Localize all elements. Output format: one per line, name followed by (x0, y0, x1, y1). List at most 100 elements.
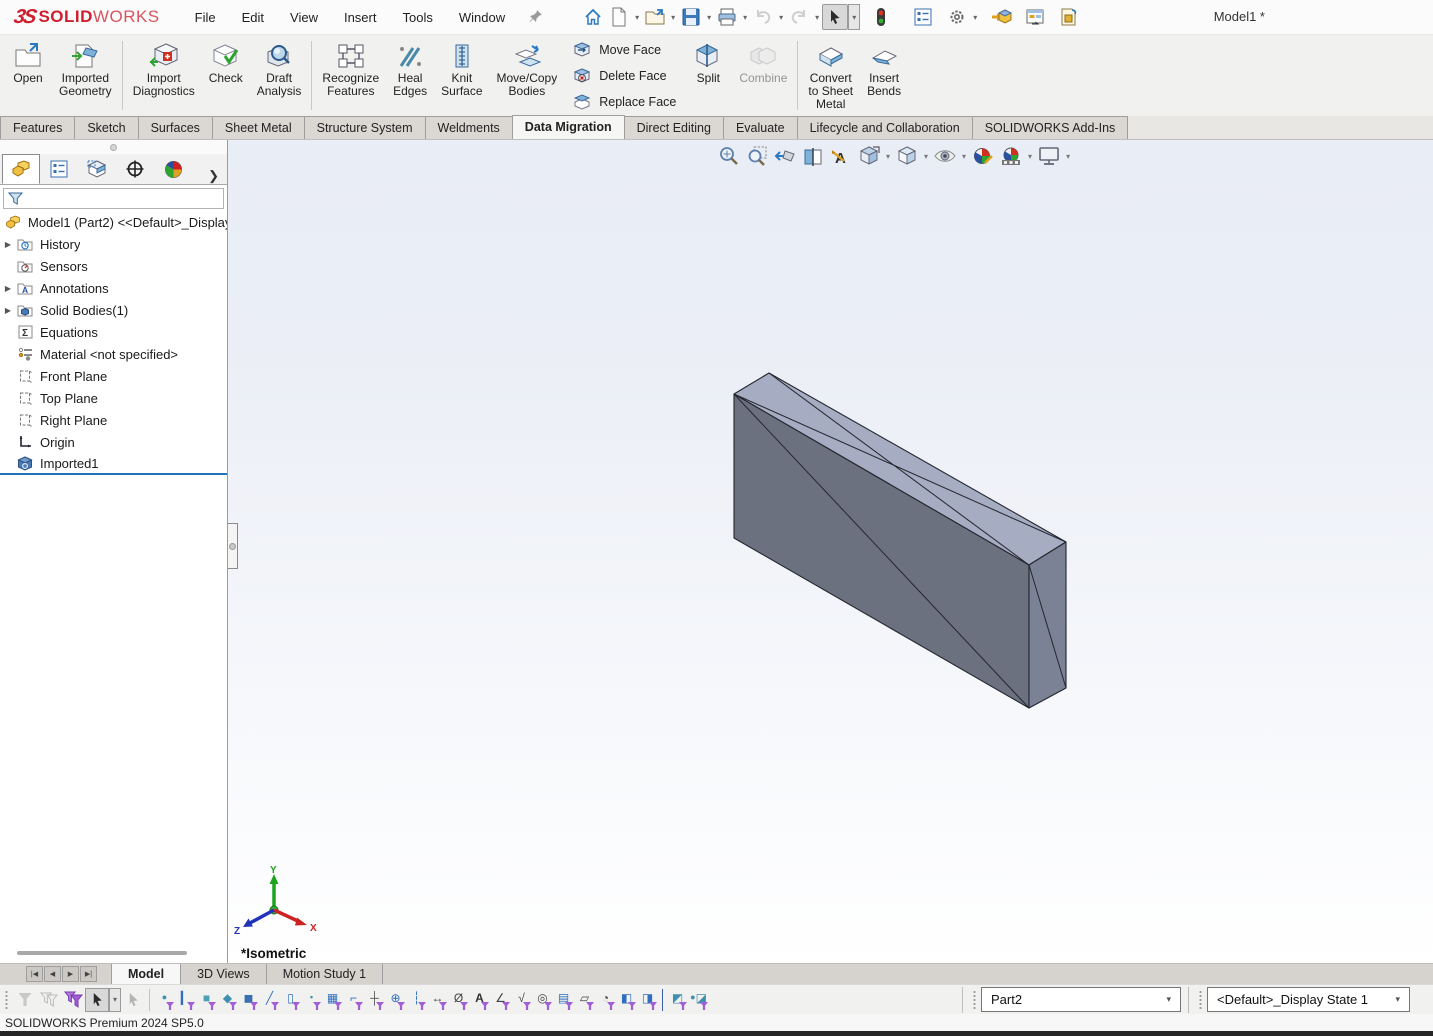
toolbar-grip-handle[interactable] (4, 989, 9, 1011)
tab-motion-study-1[interactable]: Motion Study 1 (267, 964, 383, 984)
convert-to-sheet-metal-button[interactable]: Convert to Sheet Metal (801, 35, 860, 116)
filter-edges-icon[interactable]: ▎ (175, 988, 196, 1011)
options-gear-icon[interactable] (944, 4, 970, 30)
filter-connection-points-icon[interactable]: ◨ (637, 988, 658, 1011)
check-button[interactable]: Check (202, 35, 250, 116)
tab-lifecycle-collaboration[interactable]: Lifecycle and Collaboration (797, 116, 973, 139)
dimxpert-manager-tab[interactable] (116, 154, 154, 184)
filter-hole-callouts-icon[interactable]: Ø (448, 988, 469, 1011)
tree-item-material[interactable]: Material <not specified> (0, 343, 227, 365)
filter-datums-icon[interactable]: ▱ (574, 988, 595, 1011)
delete-face-button[interactable]: Delete Face (572, 64, 676, 88)
tree-item-top-plane[interactable]: Top Plane (0, 387, 227, 409)
tab-direct-editing[interactable]: Direct Editing (624, 116, 724, 139)
filter-blocks-icon[interactable]: ◧ (616, 988, 637, 1011)
display-state-dropdown[interactable]: <Default>_Display State 1 ▾ (1207, 987, 1410, 1012)
tree-item-solid-bodies[interactable]: ▶ Solid Bodies(1) (0, 299, 227, 321)
next-tab-icon[interactable]: ▶ (62, 966, 79, 982)
move-face-button[interactable]: Move Face (572, 38, 676, 62)
draft-analysis-button[interactable]: Draft Analysis (250, 35, 309, 116)
import-3d-icon[interactable] (988, 4, 1014, 30)
menu-view[interactable]: View (277, 0, 331, 35)
filter-faces-icon[interactable]: ■ (196, 988, 217, 1011)
tab-features[interactable]: Features (0, 116, 75, 139)
invert-selection-icon[interactable]: ●◪ (688, 988, 709, 1011)
tree-item-imported1[interactable]: Imported1 (0, 453, 227, 475)
tab-structure-system[interactable]: Structure System (304, 116, 426, 139)
panel-horizontal-scrollbar[interactable] (17, 951, 187, 955)
display-manager-tab[interactable] (154, 154, 192, 184)
menu-insert[interactable]: Insert (331, 0, 390, 35)
tree-item-history[interactable]: ▶ History (0, 233, 227, 255)
first-tab-icon[interactable]: |◀ (26, 966, 43, 982)
graphics-viewport[interactable]: A ▾ ▾ ▾ ▾ ▾ (228, 140, 1433, 963)
tab-3d-views[interactable]: 3D Views (181, 964, 267, 984)
expand-panel-icon[interactable]: ❯ (200, 168, 227, 184)
tab-solidworks-addins[interactable]: SOLIDWORKS Add-Ins (972, 116, 1129, 139)
toggle-selection-filters-icon[interactable] (61, 988, 85, 1012)
filter-dimensions-icon[interactable]: ↔ (427, 988, 448, 1011)
tab-weldments[interactable]: Weldments (425, 116, 513, 139)
home-icon[interactable] (580, 4, 606, 30)
traffic-light-icon[interactable] (868, 4, 894, 30)
save-caret-icon[interactable]: ▾ (704, 13, 714, 22)
filter-notes-icon[interactable]: ▤ (553, 988, 574, 1011)
imported-geometry-button[interactable]: Imported Geometry (52, 35, 119, 116)
select-tool-icon[interactable] (85, 988, 109, 1012)
print-icon[interactable] (714, 4, 740, 30)
filter-axes-icon[interactable]: ╱ (259, 988, 280, 1011)
panel-splitter[interactable] (0, 140, 227, 154)
filter-geometric-tolerances-icon[interactable]: ◎ (532, 988, 553, 1011)
expand-arrow-icon[interactable]: ▶ (0, 240, 16, 249)
filter-solid-bodies-icon[interactable]: ◼ (238, 988, 259, 1011)
imported-body-model[interactable] (228, 140, 1433, 963)
filter-weld-symbols-icon[interactable]: ∠ (490, 988, 511, 1011)
pin-menu-icon[interactable] (528, 8, 544, 27)
tab-model[interactable]: Model (111, 964, 181, 984)
combo-grip-handle[interactable] (1198, 989, 1203, 1011)
filter-sketches-icon[interactable]: ▦ (322, 988, 343, 1011)
combo-grip-handle[interactable] (972, 989, 977, 1011)
new-document-icon[interactable] (606, 4, 632, 30)
expand-arrow-icon[interactable]: ▶ (0, 284, 16, 293)
tree-item-sensors[interactable]: Sensors (0, 255, 227, 277)
filter-surface-bodies-icon[interactable]: ◆ (217, 988, 238, 1011)
tree-item-origin[interactable]: Origin (0, 431, 227, 453)
last-tab-icon[interactable]: ▶| (80, 966, 97, 982)
new-document-caret-icon[interactable]: ▾ (632, 13, 642, 22)
menu-edit[interactable]: Edit (229, 0, 277, 35)
filter-vertices-icon[interactable]: ● (154, 988, 175, 1011)
select-caret-icon[interactable]: ▾ (848, 4, 860, 30)
import-diagnostics-button[interactable]: Import Diagnostics (126, 35, 202, 116)
task-list-icon[interactable] (910, 4, 936, 30)
filter-surface-finish-icon[interactable]: √ (511, 988, 532, 1011)
menu-window[interactable]: Window (446, 0, 518, 35)
filter-center-marks-icon[interactable]: ⊕ (385, 988, 406, 1011)
filter-planes-icon[interactable]: ▯ (280, 988, 301, 1011)
save-icon[interactable] (678, 4, 704, 30)
menu-file[interactable]: File (182, 0, 229, 35)
filter-midpoints-icon[interactable]: ┼ (364, 988, 385, 1011)
part-tree-tab[interactable] (2, 154, 40, 184)
tree-item-annotations[interactable]: ▶ A Annotations (0, 277, 227, 299)
previous-tab-icon[interactable]: ◀ (44, 966, 61, 982)
insert-bends-button[interactable]: Insert Bends (860, 35, 908, 116)
open-button[interactable]: Open (4, 35, 52, 116)
filter-centerline-icon[interactable]: ┆ (406, 988, 427, 1011)
tab-surfaces[interactable]: Surfaces (138, 116, 213, 139)
select-cursor-icon[interactable] (822, 4, 848, 30)
print-caret-icon[interactable]: ▾ (740, 13, 750, 22)
knit-surface-button[interactable]: Knit Surface (434, 35, 489, 116)
configuration-manager-tab[interactable] (78, 154, 116, 184)
select-tool-caret-icon[interactable]: ▾ (109, 988, 121, 1012)
property-manager-tab[interactable] (40, 154, 78, 184)
tree-item-equations[interactable]: Σ Equations (0, 321, 227, 343)
options-caret-icon[interactable]: ▾ (970, 13, 980, 22)
tree-root[interactable]: Model1 (Part2) <<Default>_Display St (0, 211, 227, 233)
tab-sheet-metal[interactable]: Sheet Metal (212, 116, 305, 139)
tab-data-migration[interactable]: Data Migration (512, 115, 625, 139)
filter-sketch-points-icon[interactable]: ▪ (301, 988, 322, 1011)
part-selector-dropdown[interactable]: Part2 ▾ (981, 987, 1181, 1012)
filter-balloons-icon[interactable]: ◔ (595, 988, 616, 1011)
replace-face-button[interactable]: Replace Face (572, 90, 676, 114)
